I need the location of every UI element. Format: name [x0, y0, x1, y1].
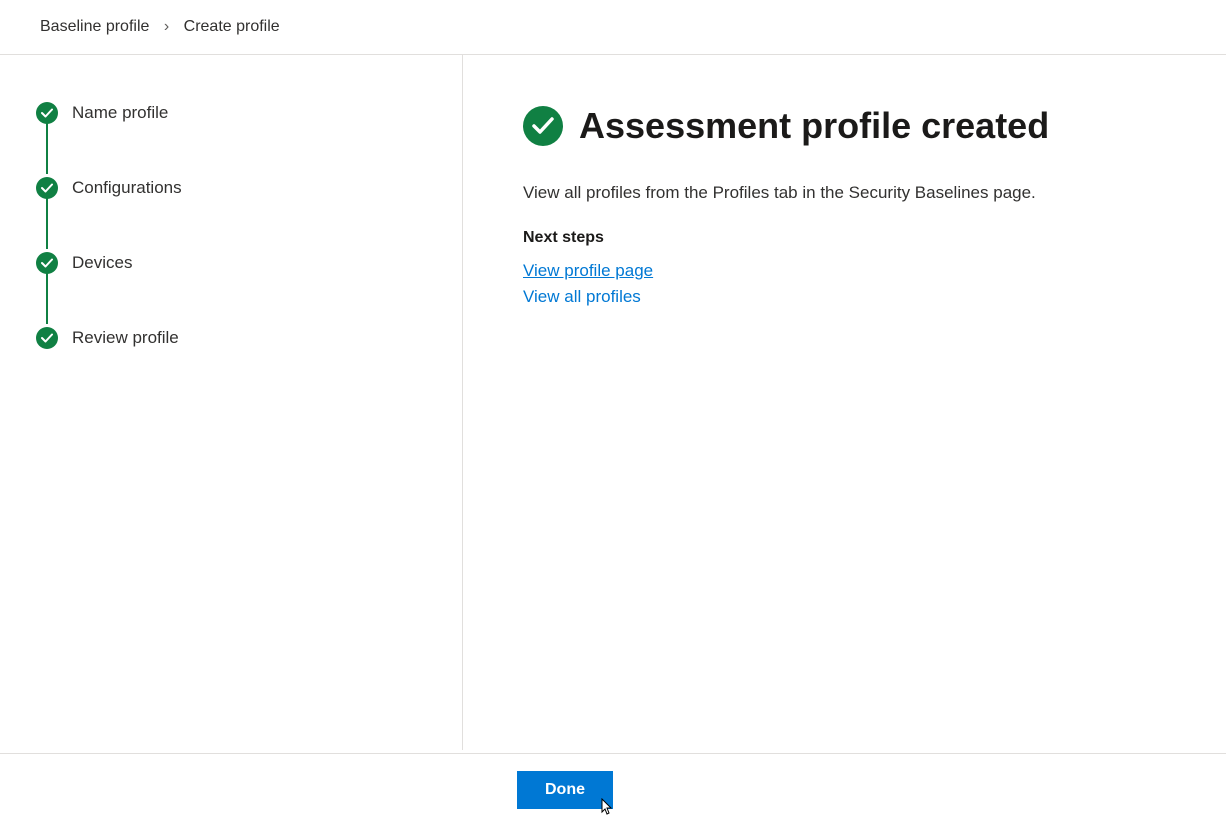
wizard-connector [46, 123, 48, 174]
main-content: Assessment profile created View all prof… [463, 55, 1226, 750]
page-title: Assessment profile created [579, 105, 1049, 147]
wizard-step-label: Review profile [72, 328, 179, 348]
breadcrumb-item-create[interactable]: Create profile [184, 18, 280, 35]
wizard-step-label: Configurations [72, 178, 182, 198]
wizard-step-label: Devices [72, 253, 132, 273]
wizard-connector [46, 198, 48, 249]
checkmark-icon [36, 252, 58, 274]
checkmark-icon [36, 102, 58, 124]
wizard-connector [46, 273, 48, 324]
next-steps-heading: Next steps [523, 229, 1166, 247]
view-profile-page-link[interactable]: View profile page [523, 261, 653, 281]
checkmark-icon [36, 327, 58, 349]
view-all-profiles-link[interactable]: View all profiles [523, 287, 641, 307]
breadcrumb-item-baseline[interactable]: Baseline profile [40, 18, 149, 35]
breadcrumb: Baseline profile › Create profile [0, 0, 1226, 55]
wizard-step-devices[interactable]: Devices [36, 251, 462, 275]
done-button[interactable]: Done [517, 771, 613, 809]
checkmark-icon [36, 177, 58, 199]
description-text: View all profiles from the Profiles tab … [523, 183, 1166, 203]
wizard-sidebar: Name profile Configurations Devices [0, 55, 463, 750]
wizard-step-name-profile[interactable]: Name profile [36, 101, 462, 125]
wizard-step-label: Name profile [72, 103, 168, 123]
chevron-right-icon: › [164, 18, 169, 35]
footer: Done [0, 753, 1226, 825]
success-checkmark-icon [523, 106, 563, 146]
wizard-step-configurations[interactable]: Configurations [36, 176, 462, 200]
wizard-step-review-profile[interactable]: Review profile [36, 326, 462, 350]
